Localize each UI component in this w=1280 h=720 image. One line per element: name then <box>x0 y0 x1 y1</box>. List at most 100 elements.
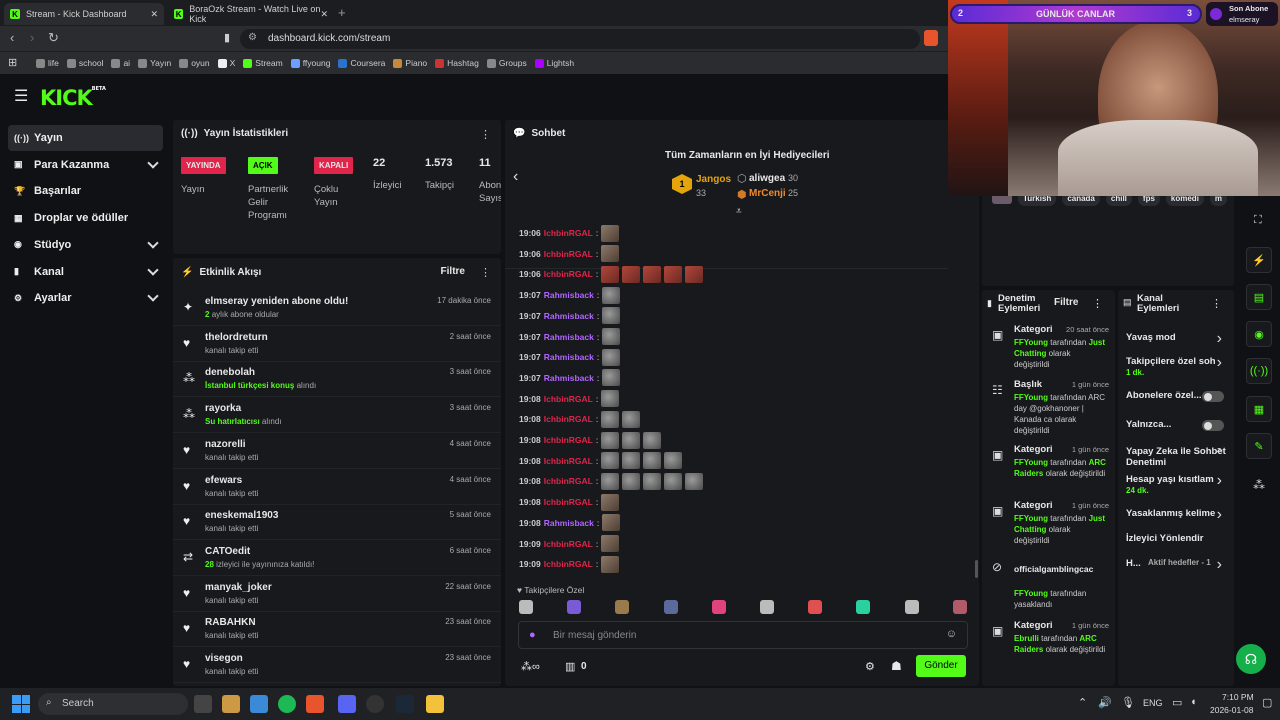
message-username[interactable]: IchbinRGAL <box>544 249 593 259</box>
tab-boraozk-stream[interactable]: K BoraOzk Stream - Watch Live on Kick ✕ <box>168 3 334 25</box>
bookmark-item[interactable]: ffyoung <box>290 58 330 68</box>
bookmark-item[interactable]: Piano <box>393 58 427 68</box>
file-explorer-icon[interactable] <box>426 695 444 713</box>
emote-image[interactable] <box>601 452 620 470</box>
mod-actor[interactable]: FFYoung <box>1014 458 1048 467</box>
gifter-name[interactable]: aliwgea <box>749 173 785 184</box>
lightning-tool-button[interactable]: ⚡ <box>1246 247 1272 273</box>
forward-icon[interactable]: › <box>30 30 34 45</box>
emote-image[interactable] <box>602 369 621 387</box>
activity-item[interactable]: ⁂ denebolah İstanbul türkçesi konuş alındı… <box>173 361 501 398</box>
obs-icon[interactable] <box>366 695 384 713</box>
message-username[interactable]: Rahmisback <box>544 290 594 300</box>
settings-icon[interactable]: ⚙ <box>865 660 875 673</box>
notifications-icon[interactable]: ▢ <box>1262 696 1272 709</box>
clock-date[interactable]: 2026-01-08 <box>1210 705 1253 715</box>
chat-input[interactable]: ● Bir mesaj gönderin ☺ <box>518 621 968 649</box>
mod-actor[interactable]: FFYoung <box>1014 393 1048 402</box>
quick-emote[interactable] <box>856 600 871 614</box>
gifter-name[interactable]: Jangos <box>696 174 731 185</box>
channel-action-item[interactable]: Yapay Zeka ile Sohbet Denetimi ↗ <box>1118 446 1234 470</box>
mod-actor[interactable]: FFYoung <box>1014 589 1048 598</box>
integrations-icon[interactable]: ⁂ <box>1253 478 1265 492</box>
emote-image[interactable] <box>601 493 620 511</box>
speaker-icon[interactable]: ◖ <box>1190 696 1197 708</box>
emote-image[interactable] <box>601 535 620 552</box>
back-arrow-icon[interactable]: ‹ <box>513 168 518 186</box>
activity-item[interactable]: ♥ nazorelli kanalı takip etti 4 saat önce <box>173 433 501 469</box>
message-username[interactable]: IchbinRGAL <box>544 394 593 404</box>
message-username[interactable]: IchbinRGAL <box>544 435 593 445</box>
bookmark-item[interactable]: Lightsh <box>534 58 574 68</box>
message-username[interactable]: IchbinRGAL <box>544 559 593 569</box>
message-username[interactable]: IchbinRGAL <box>544 456 593 466</box>
message-username[interactable]: Rahmisback <box>544 373 594 383</box>
emote-image[interactable] <box>601 410 620 428</box>
support-icon[interactable]: ☊ <box>1236 644 1266 674</box>
message-username[interactable]: IchbinRGAL <box>544 497 593 507</box>
emote-image[interactable] <box>643 452 662 470</box>
message-username[interactable]: IchbinRGAL <box>544 476 593 486</box>
users-icon[interactable]: ☗ <box>891 659 902 673</box>
emote-image[interactable] <box>602 328 621 345</box>
sidebar-item-drops[interactable]: ▦ Droplar ve ödüller <box>8 205 163 231</box>
message-username[interactable]: IchbinRGAL <box>544 269 593 279</box>
quick-emote[interactable] <box>904 600 919 614</box>
activity-item[interactable]: ♥ thelordreturn kanalı takip etti 2 saat ön… <box>173 326 501 362</box>
clipboard-tool-button[interactable]: ▤ <box>1246 284 1272 310</box>
quick-emote[interactable] <box>663 600 678 614</box>
quick-emote[interactable] <box>567 600 582 614</box>
broadcast-tool-button[interactable]: ((·)) <box>1246 358 1272 384</box>
channel-action-item[interactable]: Yavaş mod › <box>1118 330 1234 356</box>
emote-image[interactable] <box>601 390 620 408</box>
apps-grid-icon[interactable]: ⊞ <box>8 56 17 69</box>
site-info-icon[interactable]: ⚙ <box>248 32 257 43</box>
bookmark-item[interactable]: X <box>217 58 235 68</box>
channel-action-item[interactable]: İzleyici Yönlendir <box>1118 533 1234 557</box>
emote-image[interactable] <box>685 472 704 490</box>
more-options-icon[interactable]: ⋮ <box>1092 297 1103 310</box>
clock-time[interactable]: 7:10 PM <box>1222 692 1254 702</box>
new-tab-icon[interactable]: + <box>338 5 346 20</box>
channel-action-item[interactable]: Yalnızca... <box>1118 419 1234 443</box>
bookmark-item[interactable]: oyun <box>179 58 210 68</box>
message-username[interactable]: IchbinRGAL <box>544 539 593 549</box>
emote-image[interactable] <box>643 431 662 449</box>
channel-action-item[interactable]: Yasaklanmış kelime › <box>1118 506 1234 532</box>
message-username[interactable]: Rahmisback <box>544 332 594 342</box>
bookmark-item[interactable]: Hashtag <box>435 58 479 68</box>
steam-icon[interactable] <box>396 695 414 713</box>
app-icon[interactable] <box>222 695 240 713</box>
emoji-icon[interactable]: ☺ <box>946 628 957 640</box>
spotify-icon[interactable] <box>278 695 296 713</box>
app-icon[interactable] <box>250 695 268 713</box>
volume-icon[interactable]: 🔊 <box>1098 696 1112 709</box>
channel-action-item[interactable]: Hesap yaşı kısıtlam 24 dk. › <box>1118 472 1234 498</box>
channel-action-item[interactable]: H... Aktif hedefler - 1 › <box>1118 556 1234 582</box>
emote-image[interactable] <box>664 265 683 283</box>
infinity-icon[interactable]: ⁂∞ <box>521 660 540 673</box>
toggle-switch[interactable] <box>1202 420 1224 431</box>
mod-actor[interactable]: FFYoung <box>1014 338 1048 347</box>
message-username[interactable]: IchbinRGAL <box>544 228 593 238</box>
emote-image[interactable] <box>622 410 641 428</box>
emote-image[interactable] <box>622 265 641 283</box>
message-username[interactable]: IchbinRGAL <box>544 414 593 424</box>
activity-item[interactable]: ♥ visegon kanalı takip etti 23 saat önce <box>173 647 501 683</box>
brave-shield-icon[interactable] <box>924 30 938 46</box>
emote-image[interactable] <box>601 245 620 263</box>
language-indicator[interactable]: ENG <box>1143 698 1163 708</box>
emote-image[interactable] <box>602 514 621 532</box>
bookmark-item[interactable]: ai <box>111 58 130 68</box>
quick-emote[interactable] <box>952 600 967 614</box>
emote-image[interactable] <box>602 348 621 366</box>
sidebar-item-achievements[interactable]: 🏆 Başarılar <box>8 178 163 204</box>
bookmark-item[interactable]: life <box>36 58 59 68</box>
activity-item[interactable]: ♥ RABAHKN kanalı takip etti 23 saat önce <box>173 611 501 648</box>
sidebar-item-channel[interactable]: ▮ Kanal <box>8 259 163 285</box>
toggle-switch[interactable] <box>1202 391 1224 402</box>
url-input[interactable]: ⚙ dashboard.kick.com/stream <box>240 29 920 49</box>
bookmark-icon[interactable]: ▮ <box>224 31 230 44</box>
expand-icon[interactable]: ⛶ <box>1254 214 1262 227</box>
activity-item[interactable]: ♥ efewars kanalı takip etti 4 saat önce <box>173 469 501 505</box>
